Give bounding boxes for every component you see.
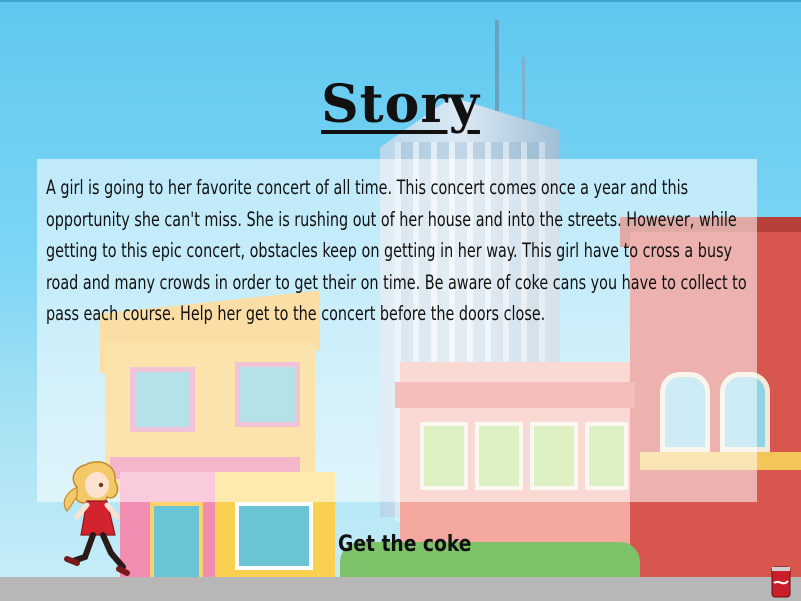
story-text: A girl is going to her favorite concert … <box>46 176 747 325</box>
objective-label: Get the coke <box>338 532 472 557</box>
game-screen: Story A girl is going to her favorite co… <box>0 0 801 601</box>
coke-can-icon <box>771 566 791 598</box>
street <box>0 577 801 601</box>
page-title: Story <box>321 74 480 135</box>
shop-window <box>235 502 313 570</box>
girl-runner-icon <box>63 461 130 576</box>
